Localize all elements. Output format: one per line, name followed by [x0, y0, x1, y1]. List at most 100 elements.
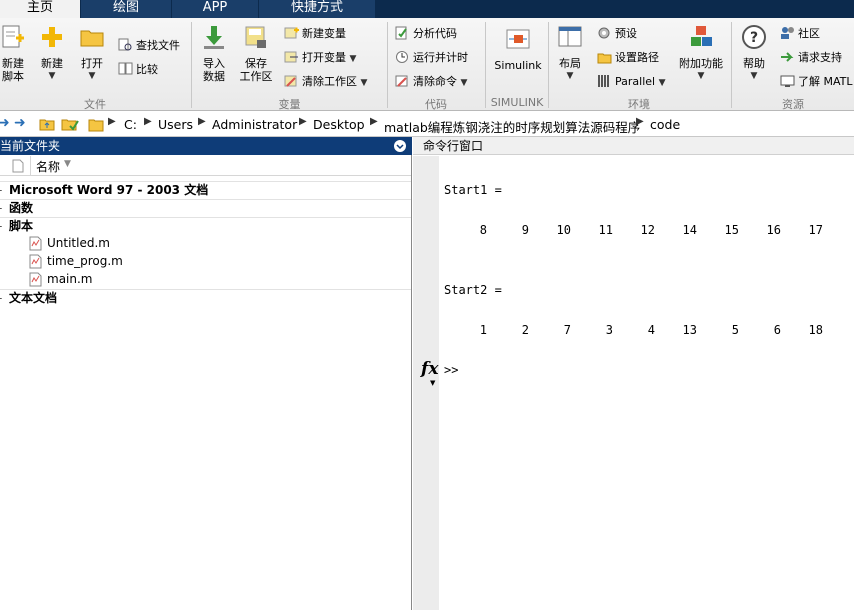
new-variable-button[interactable]: 新建变量	[284, 25, 346, 43]
group-label: 文本文档	[9, 291, 58, 305]
output-value: 1	[479, 323, 487, 337]
forward-arrow-icon[interactable]: ➜	[14, 115, 26, 131]
list-item[interactable]: Untitled.m	[0, 235, 411, 252]
parallel-icon	[598, 75, 609, 87]
file-group-functions[interactable]: - 函数	[0, 199, 411, 216]
up-folder-icon[interactable]	[39, 117, 55, 131]
new-variable-label: 新建变量	[302, 27, 346, 40]
clear-workspace-dropdown-icon[interactable]: ▼	[361, 78, 368, 88]
breadcrumb-item[interactable]: C:	[124, 117, 137, 132]
output-value: 16	[766, 223, 781, 237]
addons-cubes-icon	[691, 26, 712, 46]
environment-group-label: 环境	[628, 98, 650, 111]
help-label: 帮助	[743, 57, 765, 70]
command-prompt[interactable]: >>	[444, 363, 458, 377]
open-button[interactable]: 打开 ▼	[76, 24, 108, 83]
simulink-label: Simulink	[494, 59, 542, 72]
output-var-start1: Start1 =	[444, 183, 502, 197]
open-label: 打开	[81, 57, 103, 70]
open-dropdown-icon[interactable]: ▼	[76, 70, 108, 83]
new-button[interactable]: 新建 ▼	[36, 24, 68, 83]
save-workspace-button[interactable]: 保存 工作区	[236, 24, 276, 83]
layout-dropdown-icon[interactable]: ▼	[554, 70, 586, 83]
output-value: 8	[479, 223, 487, 237]
panel-menu-icon[interactable]	[393, 139, 407, 153]
fx-dropdown-icon[interactable]: ▼	[430, 379, 435, 387]
learn-matlab-button[interactable]: 了解 MATL	[780, 73, 853, 91]
file-group-text[interactable]: - 文本文档	[0, 289, 411, 306]
path-separator-icon: ▶	[636, 116, 644, 127]
preferences-button[interactable]: 预设	[597, 25, 637, 43]
set-path-button[interactable]: 设置路径	[597, 49, 659, 67]
collapse-icon[interactable]: -	[0, 182, 2, 199]
analyze-code-button[interactable]: 分析代码	[395, 25, 457, 43]
path-separator-icon: ▶	[108, 116, 116, 127]
breadcrumb-item[interactable]: code	[650, 117, 680, 132]
addons-button[interactable]: 附加功能 ▼	[676, 24, 726, 83]
file-group-label: 文件	[84, 98, 106, 111]
file-group-scripts[interactable]: - 脚本	[0, 217, 411, 234]
collapse-icon[interactable]: -	[0, 290, 2, 307]
parallel-button[interactable]: Parallel ▼	[597, 73, 666, 91]
learn-matlab-icon	[780, 75, 795, 87]
open-variable-dropdown-icon[interactable]: ▼	[350, 54, 357, 64]
output-value: 10	[556, 223, 571, 237]
simulink-icon	[506, 29, 530, 49]
new-dropdown-icon[interactable]: ▼	[36, 70, 68, 83]
collapse-icon[interactable]: -	[0, 218, 2, 235]
import-data-button[interactable]: 导入 数据	[196, 24, 232, 83]
new-script-button[interactable]: 新建 脚本	[0, 24, 30, 83]
folder-icon	[88, 119, 104, 132]
request-support-button[interactable]: 请求支持	[780, 49, 842, 67]
new-label: 新建	[41, 57, 63, 70]
find-files-button[interactable]: 查找文件	[118, 37, 180, 55]
open-folder-icon	[80, 30, 104, 47]
output-value: 2	[521, 323, 529, 337]
breadcrumb-item[interactable]: Users	[158, 117, 193, 132]
output-var-start2: Start2 =	[444, 283, 502, 297]
tab-apps[interactable]: APP	[172, 0, 258, 18]
parallel-dropdown-icon[interactable]: ▼	[659, 78, 666, 88]
new-plus-icon	[42, 27, 62, 47]
help-icon: ?	[742, 25, 766, 49]
community-button[interactable]: 社区	[780, 25, 820, 43]
list-item[interactable]: time_prog.m	[0, 253, 411, 270]
file-group-word[interactable]: - Microsoft Word 97 - 2003 文档	[0, 181, 411, 198]
help-button[interactable]: ? 帮助 ▼	[737, 24, 771, 83]
svg-text:?: ?	[750, 30, 758, 46]
help-dropdown-icon[interactable]: ▼	[737, 70, 771, 83]
fx-function-browser-icon[interactable]: fx	[421, 359, 438, 379]
clear-workspace-button[interactable]: 清除工作区 ▼	[284, 73, 367, 91]
list-item[interactable]: main.m	[0, 271, 411, 288]
column-header[interactable]: 名称 ▼	[0, 156, 411, 176]
breadcrumb-item[interactable]: Desktop	[313, 117, 365, 132]
back-arrow-icon[interactable]: ➜	[0, 115, 10, 131]
path-separator-icon: ▶	[299, 116, 307, 127]
simulink-button[interactable]: Simulink	[492, 26, 544, 72]
tab-home[interactable]: 主页	[0, 0, 80, 18]
clear-commands-dropdown-icon[interactable]: ▼	[461, 78, 468, 88]
run-and-time-button[interactable]: 运行并计时	[395, 49, 468, 67]
addons-dropdown-icon[interactable]: ▼	[676, 70, 726, 83]
breadcrumb-item[interactable]: Administrator	[212, 117, 297, 132]
new-script-label: 新建 脚本	[2, 57, 24, 83]
compare-button[interactable]: 比较	[118, 61, 158, 79]
command-window[interactable]: 命令行窗口 Start1 = 8 9 10 11 12 14 15 16 17 Start2 =…	[413, 137, 854, 610]
browse-folder-icon[interactable]	[61, 117, 79, 131]
collapse-icon[interactable]: -	[0, 200, 2, 217]
request-support-icon	[781, 52, 794, 62]
command-window-title: 命令行窗口	[413, 137, 854, 155]
open-variable-button[interactable]: 打开变量 ▼	[284, 49, 356, 67]
layout-button[interactable]: 布局 ▼	[554, 24, 586, 83]
clear-commands-button[interactable]: 清除命令 ▼	[395, 73, 467, 91]
current-folder-panel: 当前文件夹 名称 ▼ - Microsoft Word 97 - 2003 文档…	[0, 137, 412, 610]
column-name-label: 名称	[36, 160, 61, 174]
clear-commands-label: 清除命令	[413, 75, 457, 88]
find-files-label: 查找文件	[136, 39, 180, 52]
addons-label: 附加功能	[679, 57, 723, 70]
tab-plots[interactable]: 绘图	[81, 0, 171, 18]
tab-shortcuts[interactable]: 快捷方式	[259, 0, 375, 18]
breadcrumb-item[interactable]: matlab编程炼钢浇注的时序规划算法源码程序	[384, 117, 640, 136]
file-name: Untitled.m	[47, 236, 110, 250]
open-variable-icon	[284, 51, 298, 63]
